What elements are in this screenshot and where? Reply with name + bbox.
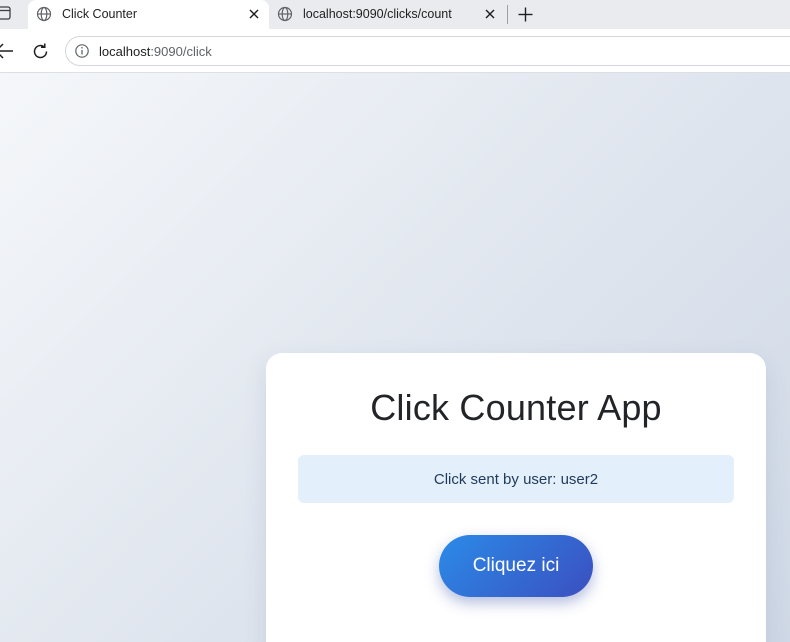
close-icon[interactable] — [247, 7, 261, 21]
status-message: Click sent by user: user2 — [298, 455, 734, 503]
page-viewport: Click Counter App Click sent by user: us… — [0, 73, 790, 642]
tab-title: Click Counter — [62, 7, 138, 21]
tab-title: localhost:9090/clicks/count — [303, 7, 452, 21]
app-card: Click Counter App Click sent by user: us… — [266, 353, 766, 642]
url-host: localhost — [99, 44, 151, 59]
tab-separator — [507, 5, 508, 24]
globe-icon — [36, 6, 52, 22]
back-arrow-icon[interactable] — [0, 42, 14, 60]
tab-strip: Click Counter localhost:9090/clicks/coun… — [0, 0, 790, 29]
tab-clicks-count[interactable]: localhost:9090/clicks/count — [269, 0, 505, 29]
globe-icon — [277, 6, 293, 22]
click-button[interactable]: Cliquez ici — [439, 535, 593, 597]
url-text: localhost:9090/click — [99, 44, 212, 59]
app-title: Click Counter App — [370, 387, 662, 428]
reload-icon[interactable] — [31, 42, 50, 61]
plus-icon[interactable] — [517, 6, 534, 23]
address-bar[interactable]: localhost:9090/click — [65, 36, 790, 66]
info-icon[interactable] — [74, 43, 90, 59]
tab-click-counter[interactable]: Click Counter — [28, 0, 269, 29]
tab-actions-icon[interactable] — [0, 5, 12, 21]
close-icon[interactable] — [483, 7, 497, 21]
browser-toolbar: localhost:9090/click — [0, 29, 790, 73]
url-path: :9090/click — [150, 44, 212, 59]
